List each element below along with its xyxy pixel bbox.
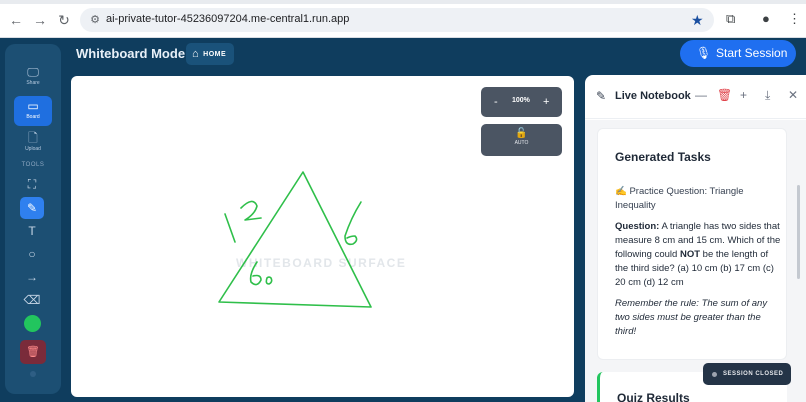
sidebar-item-upload[interactable]: 🗋 Upload [14,128,52,158]
url-text[interactable]: ai-private-tutor-45236097204.me-central1… [106,13,349,25]
browser-chrome: ← → ↻ ⚙ ai-private-tutor-45236097204.me-… [0,0,806,38]
tab-strip [0,0,806,4]
generated-tasks-card: Generated Tasks ✍️ Practice Question: Tr… [597,128,787,360]
auto-label: AUTO [514,140,529,146]
task-title: ✍️ Practice Question: Triangle Inequalit… [615,186,744,211]
reload-icon[interactable]: ↻ [56,12,72,28]
status-dot [712,372,717,377]
delete-icon[interactable]: 🗑 [717,88,732,102]
extensions-icon[interactable]: ⧉ [726,11,735,27]
circle-tool-icon[interactable]: ○ [20,243,44,265]
board-icon: ▭ [27,99,39,113]
address-bar[interactable]: ⚙ ai-private-tutor-45236097204.me-centra… [80,8,714,32]
zoom-level: 100% [512,97,530,104]
triangle-stroke [218,171,372,308]
question-text: Question: A triangle has two sides that … [615,220,783,290]
notebook-header: ✎ Live Notebook — 🗑 + ⤓ ✕ [585,75,806,119]
sidebar-item-share[interactable]: 🖵 Share [14,62,52,92]
sidebar-item-label: Upload [25,146,41,152]
notebook-edit-icon: ✎ [596,89,607,103]
home-label: HOME [203,51,227,58]
text-tool-icon[interactable]: T [20,220,44,242]
bookmark-star-icon[interactable]: ★ [691,12,704,29]
tools-label: TOOLS [21,162,45,168]
minimize-icon[interactable]: — [695,88,707,102]
sidebar-item-label: Board [26,114,40,120]
pen-tool-icon[interactable]: ✎ [20,197,44,219]
back-icon[interactable]: ← [8,12,24,28]
zoom-out-button[interactable]: - [494,95,498,109]
color-swatch-green[interactable] [24,315,41,332]
notebook-scrollbar[interactable] [797,185,800,279]
select-tool-icon[interactable]: ⛶ [20,173,44,195]
quiz-results-title: Quiz Results [617,391,690,402]
home-icon: ⌂ [192,48,200,60]
sidebar-indicator-dot [30,371,36,377]
download-icon[interactable]: ⤓ [765,88,770,103]
microphone-icon: 🎙 [696,46,712,60]
sidebar-item-board[interactable]: ▭ Board [14,96,52,126]
lock-icon: 🔓 [515,128,528,139]
question-label: Question: [615,221,660,232]
rule-reminder: Remember the rule: The sum of any two si… [615,298,768,337]
site-info-icon[interactable]: ⚙ [88,13,102,27]
monitor-icon: 🖵 [27,65,39,79]
session-status-label: SESSION CLOSED [723,371,784,377]
profile-avatar[interactable]: ● [762,11,770,26]
sidebar-item-label: Share [26,80,40,86]
close-icon[interactable]: ✕ [788,88,798,102]
page-title: Whiteboard Mode [76,46,186,61]
zoom-in-button[interactable]: + [543,95,549,109]
forward-icon[interactable]: → [32,12,48,28]
zoom-control: - 100% + [481,87,562,117]
start-session-button[interactable]: 🎙 Start Session [680,40,796,67]
clear-board-trash-icon[interactable]: 🗑 [20,340,46,364]
label-6-left-stroke [249,261,273,286]
auto-lock-button[interactable]: 🔓 AUTO [481,124,562,156]
app-root: 🖵 Share ▭ Board 🗋 Upload TOOLS ⛶ ✎ T ○ →… [0,38,806,402]
hand-drawn-triangle-sketch [218,171,372,308]
eraser-tool-icon[interactable]: ⌫ [20,289,44,311]
notebook-body: Generated Tasks ✍️ Practice Question: Tr… [585,120,806,402]
start-session-label: Start Session [716,46,788,60]
arrow-tool-icon[interactable]: → [20,266,44,288]
sidebar: 🖵 Share ▭ Board 🗋 Upload TOOLS ⛶ ✎ T ○ →… [5,44,61,394]
section-title: Generated Tasks [615,150,711,164]
file-icon: 🗋 [28,131,38,145]
browser-menu-icon[interactable]: ⋮ [788,11,801,27]
whiteboard-canvas[interactable]: - 100% + 🔓 AUTO WHITEBOARD SURFACE [71,76,574,397]
question-emphasis: NOT [679,249,701,260]
home-button[interactable]: ⌂ HOME [186,43,235,65]
label-6-right-stroke [344,201,362,246]
notebook-title: Live Notebook [615,90,691,102]
session-status-badge: SESSION CLOSED [703,363,791,385]
add-icon[interactable]: + [740,88,747,102]
label-12-stroke [224,200,262,243]
live-notebook-panel: ✎ Live Notebook — 🗑 + ⤓ ✕ Generated Task… [585,75,806,402]
